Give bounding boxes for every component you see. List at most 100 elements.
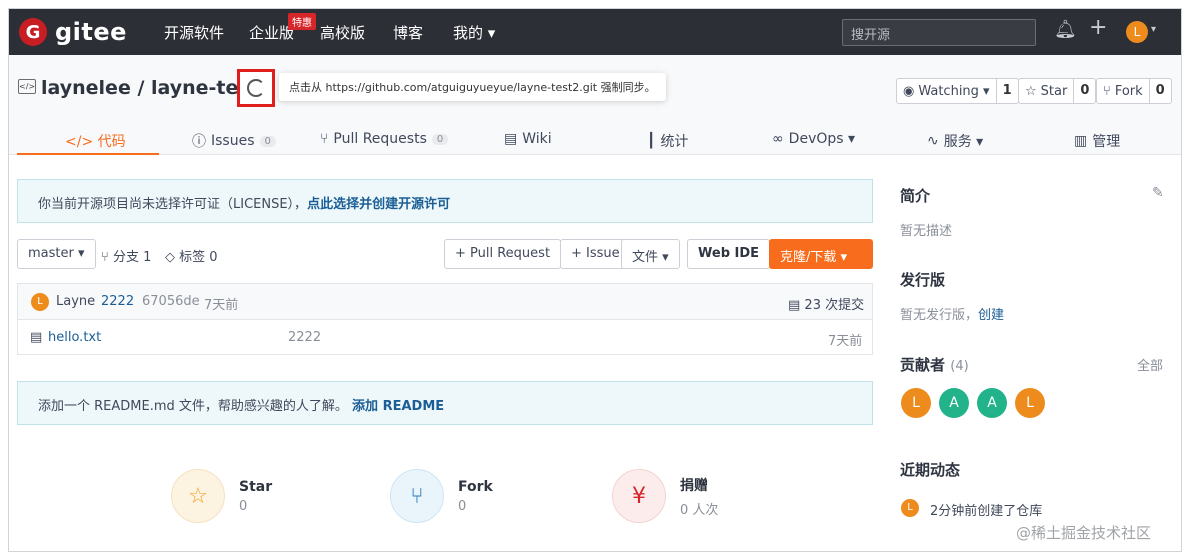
branch-toolbar: master ▾ ⑂ 分支 1 ◇ 标签 0 + Pull Request + … (17, 239, 873, 269)
fork-stat-value: 0 (458, 498, 467, 514)
fork-button[interactable]: ⑂ Fork 0 (1096, 78, 1172, 104)
gitee-logo[interactable]: G gitee (19, 18, 127, 46)
file-name[interactable]: hello.txt (48, 330, 101, 345)
file-time: 7天前 (828, 334, 863, 349)
commit-message[interactable]: 2222 (101, 294, 134, 309)
activity-text: 2分钟前创建了仓库 (930, 504, 1043, 519)
intro-title: 简介 (900, 187, 931, 205)
tab-stats[interactable]: ┃ 统计 (647, 131, 688, 151)
tag-icon: ◇ (165, 250, 180, 265)
fork-icon: ⑂ (1103, 83, 1111, 99)
tags-link[interactable]: ◇ 标签 0 (165, 246, 218, 265)
star-button[interactable]: ☆ Star 0 (1018, 78, 1097, 104)
latest-commit-row: L Layne 2222 67056de 7天前 ▤ 23 次提交 (18, 284, 872, 320)
nav-blog[interactable]: 博客 (393, 22, 423, 43)
star-stat-value: 0 (239, 498, 248, 514)
tab-code-label: </> 代码 (65, 134, 126, 150)
issues-count: 0 (259, 135, 276, 147)
devops-icon: ∞ (772, 131, 784, 147)
promo-badge: 特惠 (288, 13, 316, 30)
contributor-avatar[interactable]: A (939, 388, 969, 418)
user-avatar[interactable]: L (1126, 21, 1148, 43)
search-input[interactable]: 搜开源 (842, 19, 1036, 46)
tab-code[interactable]: </> 代码 (65, 131, 126, 151)
commit-author-avatar[interactable]: L (31, 293, 49, 311)
activity-avatar[interactable]: L (901, 499, 919, 517)
commit-hash[interactable]: 67056de (142, 294, 200, 309)
pull-request-icon: ⑂ (320, 131, 329, 147)
stats-icon: ┃ (647, 133, 656, 149)
new-pull-request-button[interactable]: + Pull Request (444, 239, 562, 269)
tab-wiki[interactable]: ▤ Wiki (504, 131, 552, 147)
code-repo-icon: </> (18, 79, 36, 94)
create-license-link[interactable]: 点此选择并创建开源许可 (307, 197, 450, 212)
contributor-avatar[interactable]: A (977, 388, 1007, 418)
screenshot-frame: G gitee 开源软件 企业版 特惠 高校版 博客 我的 ▾ 搜开源 🔔︎ +… (8, 8, 1182, 552)
watching-count: 1 (1002, 83, 1012, 98)
tab-devops-label: DevOps ▾ (788, 131, 856, 147)
eye-icon: ◉ (903, 83, 915, 99)
branch-select[interactable]: master ▾ (17, 239, 96, 269)
release-title: 发行版 (900, 271, 946, 289)
tab-stats-label: 统计 (660, 134, 689, 150)
donate-icon: ¥ (612, 469, 666, 523)
gitee-logo-text: gitee (55, 18, 127, 46)
fork-stat-title: Fork (458, 478, 493, 495)
active-tab-indicator (17, 153, 159, 155)
tab-issues[interactable]: ⓘ Issues 0 (192, 131, 276, 151)
tags-label: 标签 0 (179, 250, 218, 265)
star-label: Star (1040, 83, 1068, 99)
bell-icon[interactable]: 🔔︎ (1054, 19, 1077, 40)
branches-link[interactable]: ⑂ 分支 1 (101, 246, 151, 265)
nav-open-source[interactable]: 开源软件 (164, 22, 224, 43)
chevron-down-icon[interactable]: ▾ (1151, 24, 1156, 35)
sync-icon (247, 79, 265, 97)
star-stat[interactable]: ☆ Star 0 (171, 469, 272, 523)
contributor-avatar[interactable]: L (901, 388, 931, 418)
commit-author[interactable]: Layne (56, 294, 95, 309)
nav-mine[interactable]: 我的 ▾ (453, 22, 495, 43)
watermark: @稀土掘金技术社区 (1016, 524, 1152, 542)
commit-count-link[interactable]: ▤ 23 次提交 (788, 294, 864, 313)
file-commit-message[interactable]: 2222 (288, 330, 321, 345)
clone-download-button[interactable]: 克隆/下载 ▾ (769, 239, 873, 269)
release-info: 暂无发行版，创建 (900, 304, 1004, 323)
tab-manage[interactable]: ▥ 管理 (1074, 131, 1120, 151)
repo-header: </> laynelee / layne-test2 点击从 https://g… (9, 55, 1181, 155)
donate-stat[interactable]: ¥ 捐赠 0 人次 (612, 469, 718, 523)
fork-count: 0 (1155, 83, 1165, 98)
issues-icon: ⓘ (192, 134, 206, 150)
tab-pull-requests[interactable]: ⑂ Pull Requests 0 (320, 131, 449, 147)
create-release-link[interactable]: 创建 (978, 308, 1004, 323)
tab-devops[interactable]: ∞ DevOps ▾ (772, 131, 855, 147)
tab-services-label: 服务 ▾ (943, 134, 984, 150)
tab-manage-label: 管理 (1092, 134, 1121, 150)
readme-notice: 添加一个 README.md 文件，帮助感兴趣的人了解。 添加 README (17, 381, 873, 425)
watch-button[interactable]: ◉ Watching ▾ 1 (896, 78, 1019, 104)
tab-pull-requests-label: Pull Requests (333, 131, 427, 147)
star-count: 0 (1080, 83, 1090, 98)
pulse-icon: ∿ (927, 133, 939, 149)
edit-icon[interactable]: ✎ (1152, 185, 1164, 201)
manage-icon: ▥ (1074, 133, 1088, 149)
release-text: 暂无发行版， (900, 308, 979, 323)
contributors-title: 贡献者 (4) (900, 354, 969, 375)
activity-title: 近期动态 (900, 461, 961, 479)
file-menu-button[interactable]: 文件 ▾ (621, 239, 680, 269)
add-readme-link[interactable]: 添加 README (352, 399, 444, 414)
readme-text: 添加一个 README.md 文件，帮助感兴趣的人了解。 (38, 399, 348, 414)
force-sync-button[interactable] (237, 69, 275, 107)
plus-icon[interactable]: + (1089, 15, 1107, 40)
tab-issues-label: Issues (211, 133, 255, 149)
contributors-all-link[interactable]: 全部 (1137, 355, 1163, 374)
fork-stat[interactable]: ⑂ Fork 0 (390, 469, 493, 523)
commits-icon: ▤ (788, 298, 805, 313)
wiki-icon: ▤ (504, 131, 518, 147)
nav-education[interactable]: 高校版 (320, 22, 365, 43)
contributor-avatar[interactable]: L (1015, 388, 1045, 418)
intro-text: 暂无描述 (900, 224, 953, 239)
watching-label: Watching ▾ (918, 83, 990, 99)
tab-services[interactable]: ∿ 服务 ▾ (927, 131, 983, 151)
web-ide-button[interactable]: Web IDE (687, 239, 771, 269)
commit-count: 23 次提交 (804, 298, 865, 313)
